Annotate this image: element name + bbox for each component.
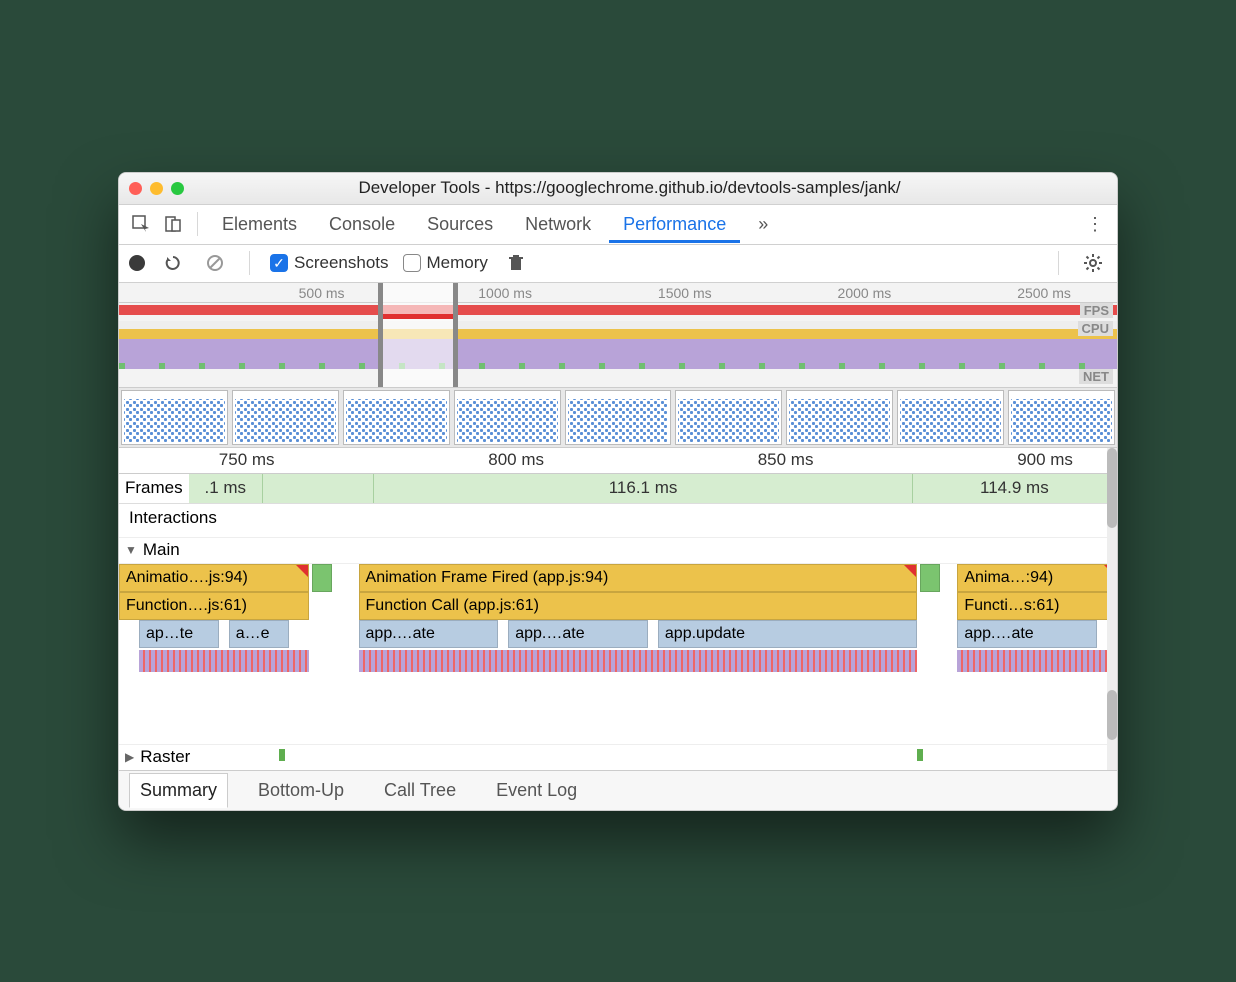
- screenshots-checkbox[interactable]: ✓ Screenshots: [270, 253, 389, 273]
- scrollbar-thumb[interactable]: [1107, 690, 1117, 740]
- flame-event[interactable]: app.…ate: [359, 620, 499, 648]
- flame-event[interactable]: Animation Frame Fired (app.js:94): [359, 564, 918, 592]
- flame-chart[interactable]: Animatio….js:94) Animation Frame Fired (…: [119, 564, 1117, 744]
- close-icon[interactable]: [129, 182, 142, 195]
- tab-sources[interactable]: Sources: [413, 206, 507, 243]
- kebab-menu-icon[interactable]: ⋮: [1081, 210, 1109, 238]
- flame-event[interactable]: app.…ate: [957, 620, 1097, 648]
- flame-event[interactable]: Function Call (app.js:61): [359, 592, 918, 620]
- details-tabbar: Summary Bottom-Up Call Tree Event Log: [119, 770, 1117, 810]
- flame-micro-events[interactable]: [139, 650, 309, 672]
- screenshot-thumb[interactable]: [786, 390, 893, 445]
- flame-event[interactable]: Function….js:61): [119, 592, 309, 620]
- reload-icon[interactable]: [159, 249, 187, 277]
- trash-icon[interactable]: [502, 249, 530, 277]
- tab-elements[interactable]: Elements: [208, 206, 311, 243]
- tab-bottom-up[interactable]: Bottom-Up: [248, 774, 354, 807]
- flame-event[interactable]: Functi…s:61): [957, 592, 1117, 620]
- memory-label: Memory: [427, 253, 488, 273]
- flame-event[interactable]: app.update: [658, 620, 917, 648]
- net-track: NET: [119, 369, 1117, 387]
- screenshot-thumb[interactable]: [1008, 390, 1115, 445]
- flame-event[interactable]: [920, 564, 940, 592]
- interactions-label: Interactions: [129, 508, 217, 527]
- cpu-track: CPU: [119, 321, 1117, 369]
- dr-tick: 750 ms: [219, 450, 275, 470]
- detail-ruler[interactable]: 750 ms 800 ms 850 ms 900 ms: [119, 448, 1117, 474]
- ov-tick: 2000 ms: [838, 285, 892, 301]
- frame-segment[interactable]: 116.1 ms: [374, 474, 912, 503]
- screenshots-label: Screenshots: [294, 253, 389, 273]
- main-thread-section: ▼ Main Animatio….js:94) Animation Frame …: [119, 538, 1117, 770]
- screenshot-thumb[interactable]: [897, 390, 1004, 445]
- frame-segment[interactable]: 114.9 ms: [913, 474, 1117, 503]
- flame-event[interactable]: Anima…:94): [957, 564, 1117, 592]
- raster-header[interactable]: ▶ Raster: [119, 744, 1117, 770]
- ov-tick: 500 ms: [299, 285, 345, 301]
- interactions-row: Interactions: [119, 504, 1117, 538]
- ov-tick: 1500 ms: [658, 285, 712, 301]
- flame-event[interactable]: [312, 564, 332, 592]
- screenshot-thumb[interactable]: [121, 390, 228, 445]
- checkbox-unchecked-icon: [403, 254, 421, 272]
- flame-event[interactable]: a…e: [229, 620, 289, 648]
- dr-tick: 900 ms: [1017, 450, 1073, 470]
- frames-row[interactable]: Frames .1 ms 116.1 ms 114.9 ms: [119, 474, 1117, 504]
- settings-gear-icon[interactable]: [1079, 249, 1107, 277]
- screenshot-filmstrip[interactable]: [119, 388, 1117, 448]
- overview-selection-handle[interactable]: [378, 283, 458, 387]
- overview-timeline[interactable]: 500 ms 1000 ms 1500 ms 2000 ms 2500 ms F…: [119, 283, 1117, 388]
- raster-label: Raster: [140, 747, 190, 767]
- main-label: Main: [143, 540, 180, 560]
- main-header[interactable]: ▼ Main: [119, 538, 1117, 564]
- raster-event[interactable]: [917, 749, 923, 761]
- window-controls: [129, 182, 184, 195]
- screenshot-thumb[interactable]: [343, 390, 450, 445]
- collapse-icon[interactable]: ▼: [125, 543, 137, 557]
- inspect-icon[interactable]: [127, 210, 155, 238]
- tab-performance[interactable]: Performance: [609, 206, 740, 243]
- fps-track: FPS: [119, 303, 1117, 321]
- clear-icon[interactable]: [201, 249, 229, 277]
- flame-event[interactable]: Animatio….js:94): [119, 564, 309, 592]
- memory-checkbox[interactable]: Memory: [403, 253, 488, 273]
- ov-tick: 2500 ms: [1017, 285, 1071, 301]
- flame-micro-events[interactable]: [359, 650, 918, 672]
- dr-tick: 850 ms: [758, 450, 814, 470]
- record-button[interactable]: [129, 255, 145, 271]
- tab-console[interactable]: Console: [315, 206, 409, 243]
- frames-label: Frames: [119, 478, 189, 498]
- ov-tick: 1000 ms: [478, 285, 532, 301]
- tab-call-tree[interactable]: Call Tree: [374, 774, 466, 807]
- screenshot-thumb[interactable]: [454, 390, 561, 445]
- maximize-icon[interactable]: [171, 182, 184, 195]
- tab-network[interactable]: Network: [511, 206, 605, 243]
- checkbox-checked-icon: ✓: [270, 254, 288, 272]
- flame-event[interactable]: ap…te: [139, 620, 219, 648]
- flame-event[interactable]: app.…ate: [508, 620, 648, 648]
- panel-tabbar: Elements Console Sources Network Perform…: [119, 205, 1117, 245]
- devtools-window: Developer Tools - https://googlechrome.g…: [118, 172, 1118, 811]
- frame-segment[interactable]: [263, 474, 374, 503]
- flamechart-area: 750 ms 800 ms 850 ms 900 ms Frames .1 ms…: [119, 448, 1117, 770]
- tab-summary[interactable]: Summary: [129, 773, 228, 808]
- tab-event-log[interactable]: Event Log: [486, 774, 587, 807]
- screenshot-thumb[interactable]: [232, 390, 339, 445]
- minimize-icon[interactable]: [150, 182, 163, 195]
- tabs-overflow-icon[interactable]: »: [744, 206, 782, 243]
- expand-icon[interactable]: ▶: [125, 750, 134, 764]
- titlebar: Developer Tools - https://googlechrome.g…: [119, 173, 1117, 205]
- vertical-scrollbar[interactable]: [1107, 448, 1117, 770]
- screenshot-thumb[interactable]: [565, 390, 672, 445]
- raster-event[interactable]: [279, 749, 285, 761]
- window-title: Developer Tools - https://googlechrome.g…: [202, 178, 1107, 198]
- dr-tick: 800 ms: [488, 450, 544, 470]
- scrollbar-thumb[interactable]: [1107, 448, 1117, 528]
- screenshot-thumb[interactable]: [675, 390, 782, 445]
- flame-micro-events[interactable]: [957, 650, 1117, 672]
- frame-segment[interactable]: .1 ms: [189, 474, 263, 503]
- device-toggle-icon[interactable]: [159, 210, 187, 238]
- perf-toolbar: ✓ Screenshots Memory: [119, 245, 1117, 283]
- overview-ruler: 500 ms 1000 ms 1500 ms 2000 ms 2500 ms: [119, 283, 1117, 303]
